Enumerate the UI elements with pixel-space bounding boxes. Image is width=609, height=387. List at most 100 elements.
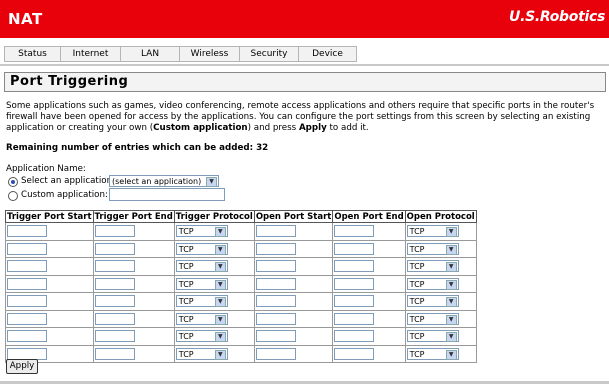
trigger-port-end-input[interactable] xyxy=(94,260,135,273)
nav-tabs: Status Internet LAN Wireless Security De… xyxy=(4,46,357,62)
chevron-down-icon: ▼ xyxy=(445,279,457,290)
open-port-start-input[interactable] xyxy=(255,347,296,360)
table-cell: TCP ▼ xyxy=(404,344,477,363)
trigger-port-start-input[interactable] xyxy=(7,242,47,255)
open-protocol-select[interactable]: TCP ▼ xyxy=(406,347,459,360)
open-port-start-input[interactable] xyxy=(255,330,296,343)
apply-button[interactable]: Apply xyxy=(6,359,38,374)
chevron-down-icon: ▼ xyxy=(445,244,457,255)
open-port-end-input[interactable] xyxy=(334,295,375,308)
remaining-entries: Remaining number of entries which can be… xyxy=(6,143,269,153)
custom-application-radio[interactable] xyxy=(8,191,18,201)
chevron-down-icon: ▼ xyxy=(445,332,457,343)
trigger-port-end-input[interactable] xyxy=(94,277,135,290)
trigger-protocol-select[interactable]: TCP ▼ xyxy=(175,347,228,360)
open-port-start-input[interactable] xyxy=(255,312,296,325)
open-port-start-input[interactable] xyxy=(255,225,296,238)
trigger-protocol-select[interactable]: TCP ▼ xyxy=(175,260,228,273)
tab-lan[interactable]: LAN xyxy=(121,47,180,61)
open-port-end-input[interactable] xyxy=(334,312,375,325)
trigger-port-start-input[interactable] xyxy=(7,295,47,308)
trigger-protocol-select[interactable]: TCP ▼ xyxy=(175,312,228,325)
open-protocol-select[interactable]: TCP ▼ xyxy=(406,242,459,255)
open-port-end-input[interactable] xyxy=(334,347,375,360)
open-protocol-select[interactable]: TCP ▼ xyxy=(406,260,459,273)
table-cell xyxy=(92,292,175,311)
page-title: NAT xyxy=(8,10,43,28)
col-open-protocol: Open Protocol xyxy=(404,210,477,223)
open-protocol-select[interactable]: TCP ▼ xyxy=(406,277,459,290)
application-name-label: Application Name: xyxy=(6,164,86,174)
open-protocol-select[interactable]: TCP ▼ xyxy=(406,312,459,325)
table-cell xyxy=(5,274,94,293)
application-select[interactable]: (select an application) ▼ xyxy=(109,175,219,187)
open-port-start-input[interactable] xyxy=(255,295,296,308)
trigger-protocol-select[interactable]: TCP ▼ xyxy=(175,330,228,343)
tab-internet[interactable]: Internet xyxy=(61,47,121,61)
table-cell xyxy=(332,257,406,276)
open-port-start-input[interactable] xyxy=(255,242,296,255)
open-port-end-input[interactable] xyxy=(334,330,375,343)
trigger-protocol-select[interactable]: TCP ▼ xyxy=(175,295,228,308)
chevron-down-icon: ▼ xyxy=(214,349,226,360)
open-port-end-input[interactable] xyxy=(334,242,375,255)
trigger-port-end-input[interactable] xyxy=(94,330,135,343)
table-row: TCP ▼ TCP ▼ xyxy=(5,222,477,241)
footer-divider xyxy=(0,381,609,384)
select-application-radio[interactable] xyxy=(8,177,18,187)
description-custom-emphasis: Custom application xyxy=(153,123,248,133)
open-protocol-select[interactable]: TCP ▼ xyxy=(406,330,459,343)
trigger-protocol-select[interactable]: TCP ▼ xyxy=(175,225,228,238)
table-cell xyxy=(253,222,334,241)
trigger-port-end-input[interactable] xyxy=(94,242,135,255)
open-protocol-select-value: TCP xyxy=(409,349,425,359)
table-cell: TCP ▼ xyxy=(404,274,477,293)
table-cell xyxy=(253,344,334,363)
application-select-value: (select an application) xyxy=(112,177,202,186)
trigger-port-end-input[interactable] xyxy=(94,225,135,238)
table-cell xyxy=(92,257,175,276)
open-protocol-select[interactable]: TCP ▼ xyxy=(406,295,459,308)
table-cell: TCP ▼ xyxy=(404,327,477,346)
trigger-port-end-input[interactable] xyxy=(94,295,135,308)
open-port-end-input[interactable] xyxy=(334,225,375,238)
custom-application-input[interactable] xyxy=(109,188,225,201)
trigger-port-end-input[interactable] xyxy=(94,347,135,360)
tab-status[interactable]: Status xyxy=(5,47,61,61)
open-protocol-select[interactable]: TCP ▼ xyxy=(406,225,459,238)
tab-security[interactable]: Security xyxy=(240,47,299,61)
trigger-protocol-select[interactable]: TCP ▼ xyxy=(175,242,228,255)
col-trigger-protocol: Trigger Protocol xyxy=(173,210,255,223)
trigger-port-start-input[interactable] xyxy=(7,277,47,290)
table-row: TCP ▼ TCP ▼ xyxy=(5,274,477,293)
table-cell: TCP ▼ xyxy=(404,257,477,276)
trigger-protocol-select[interactable]: TCP ▼ xyxy=(175,277,228,290)
trigger-port-start-input[interactable] xyxy=(7,347,47,360)
col-open-port-end: Open Port End xyxy=(332,210,406,223)
table-cell xyxy=(332,274,406,293)
tab-device[interactable]: Device xyxy=(299,47,356,61)
col-trigger-port-start: Trigger Port Start xyxy=(5,210,94,223)
table-cell xyxy=(5,327,94,346)
open-port-start-input[interactable] xyxy=(255,260,296,273)
open-port-end-input[interactable] xyxy=(334,277,375,290)
trigger-port-end-input[interactable] xyxy=(94,312,135,325)
table-cell xyxy=(92,274,175,293)
table-cell xyxy=(332,239,406,258)
trigger-protocol-select-value: TCP xyxy=(178,227,194,237)
table-cell xyxy=(332,309,406,328)
table-cell xyxy=(253,274,334,293)
trigger-port-start-input[interactable] xyxy=(7,312,47,325)
table-cell xyxy=(253,257,334,276)
trigger-port-start-input[interactable] xyxy=(7,330,47,343)
open-port-end-input[interactable] xyxy=(334,260,375,273)
trigger-port-start-input[interactable] xyxy=(7,260,47,273)
chevron-down-icon: ▼ xyxy=(214,314,226,325)
open-port-start-input[interactable] xyxy=(255,277,296,290)
table-cell: TCP ▼ xyxy=(404,222,477,241)
tab-wireless[interactable]: Wireless xyxy=(180,47,240,61)
chevron-down-icon: ▼ xyxy=(445,262,457,273)
divider xyxy=(0,64,609,66)
trigger-port-start-input[interactable] xyxy=(7,225,47,238)
chevron-down-icon: ▼ xyxy=(214,332,226,343)
